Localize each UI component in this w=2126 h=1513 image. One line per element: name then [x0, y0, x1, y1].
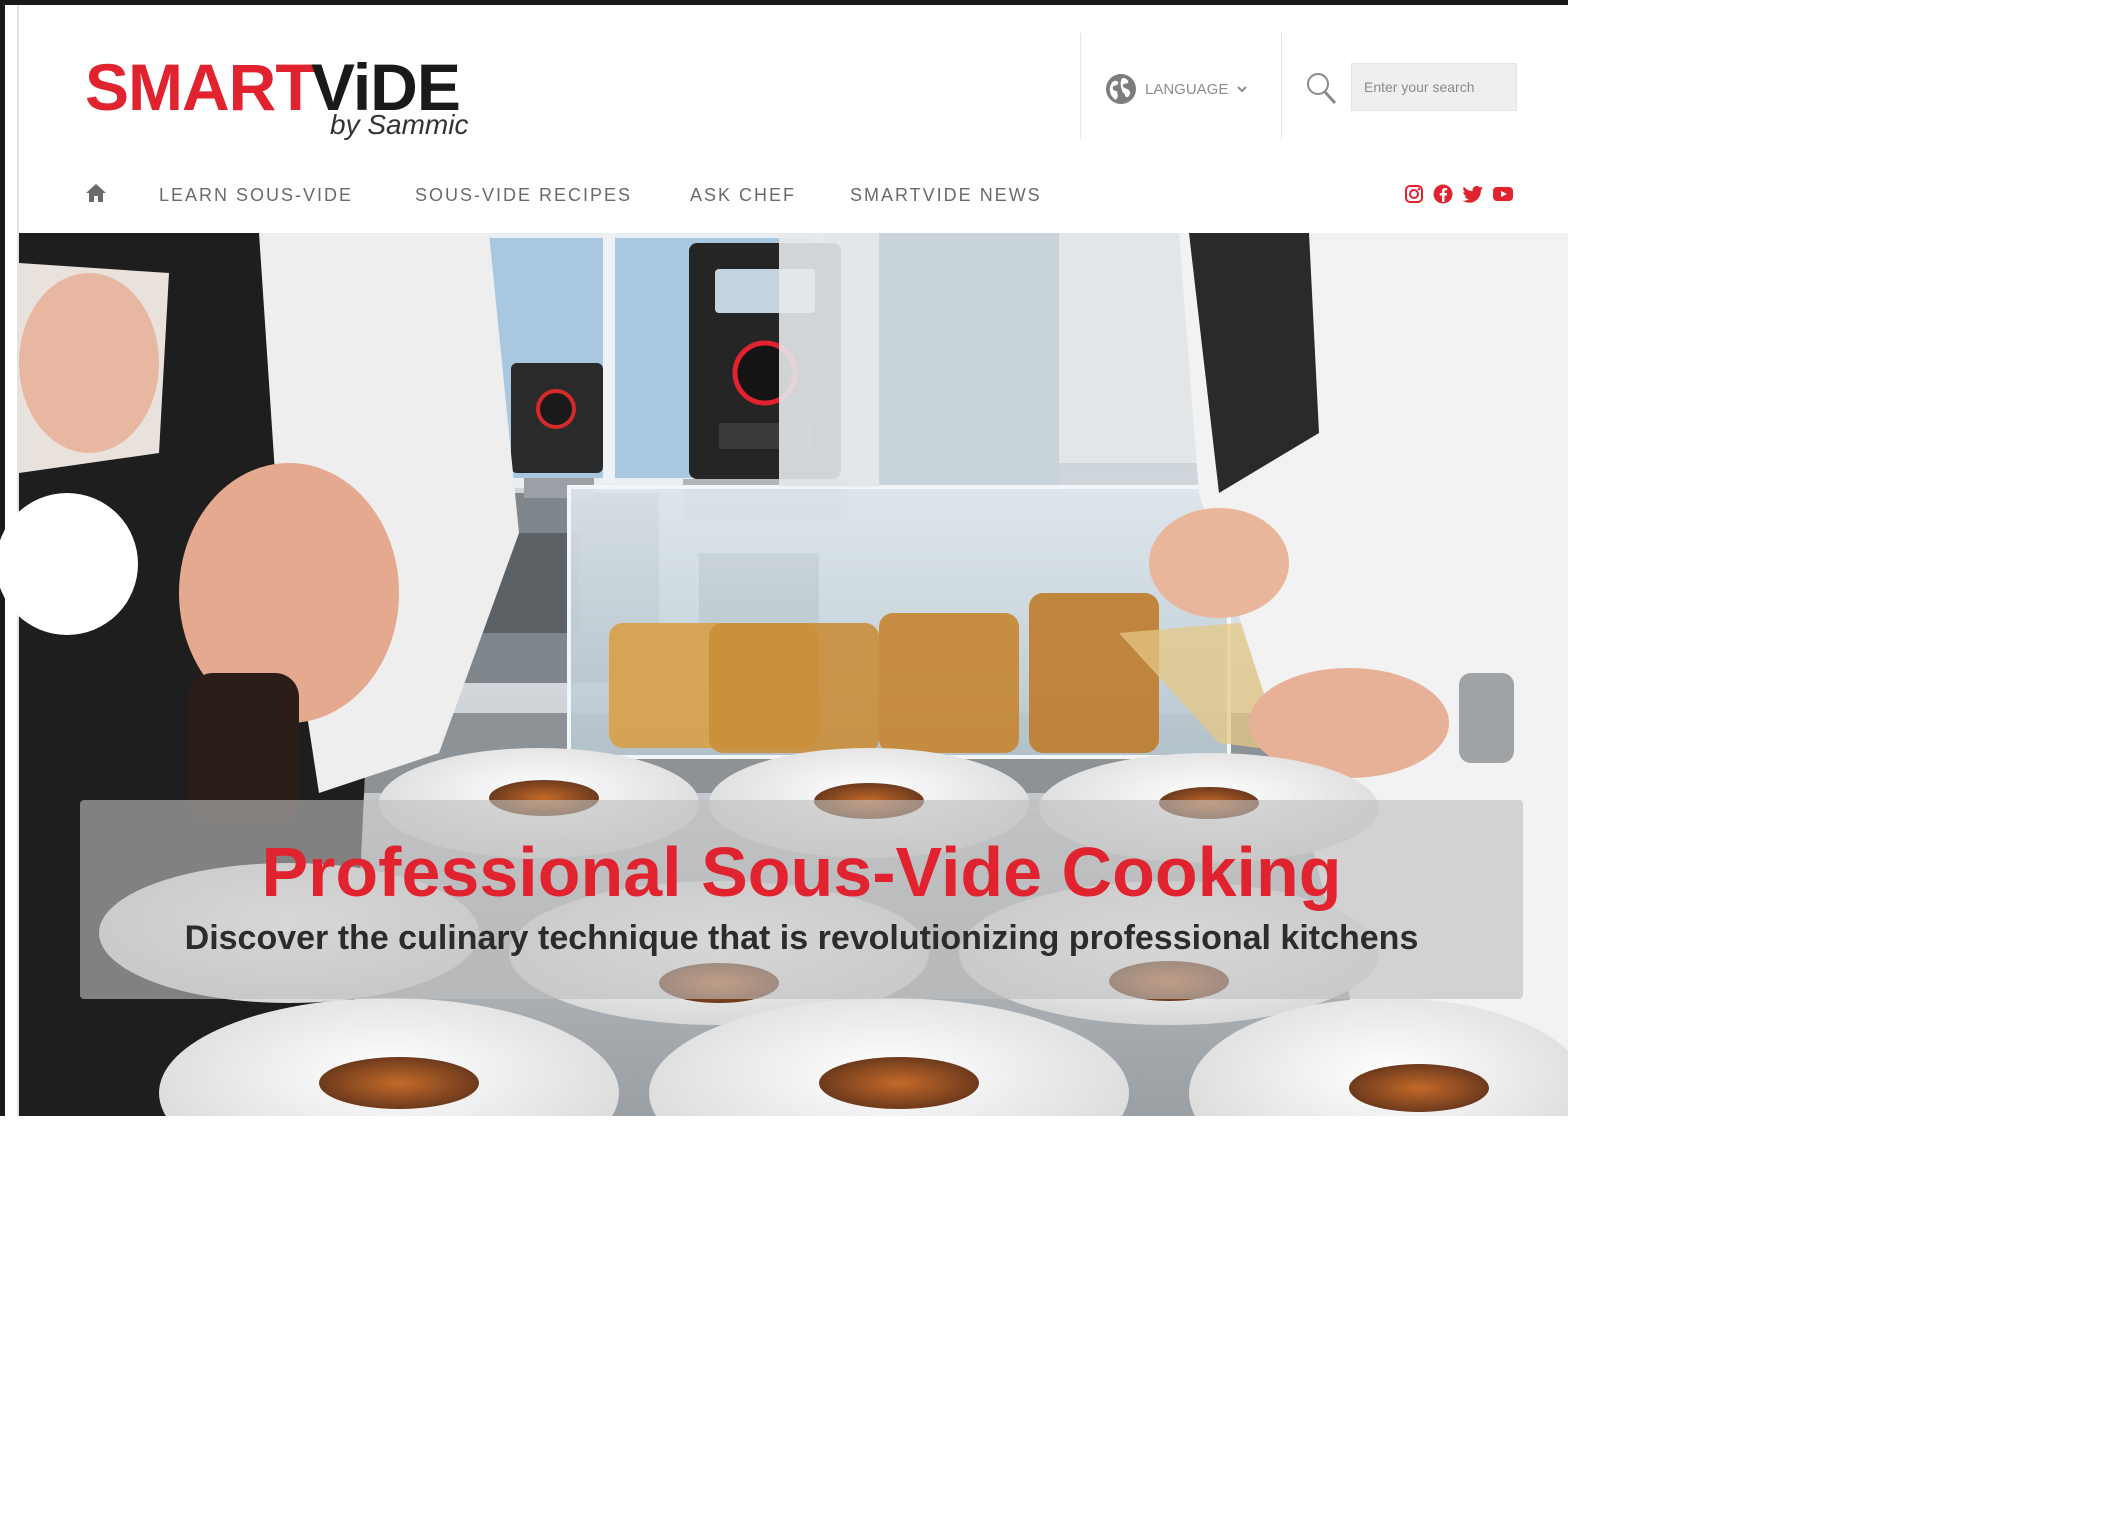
chevron-down-icon: [1237, 86, 1248, 93]
search-input[interactable]: [1351, 63, 1517, 111]
main-navigation: LEARN SOUS-VIDE SOUS-VIDE RECIPES ASK CH…: [19, 171, 1568, 217]
youtube-icon[interactable]: [1492, 183, 1514, 205]
home-icon[interactable]: [85, 183, 107, 203]
nav-ask-chef[interactable]: ASK CHEF: [690, 185, 796, 206]
header-divider: [1080, 33, 1081, 139]
logo-smart-text: SMART: [85, 50, 316, 124]
language-selector[interactable]: LANGUAGE: [1105, 71, 1248, 107]
twitter-icon[interactable]: [1462, 183, 1484, 205]
globe-icon: [1106, 74, 1136, 104]
language-label: LANGUAGE: [1145, 80, 1229, 98]
hero-banner: Professional Sous-Vide Cooking Discover …: [19, 233, 1568, 1116]
site-header: SMART ViDE by Sammic LANGUAGE LEARN SOUS…: [19, 5, 1568, 233]
hero-title: Professional Sous-Vide Cooking: [261, 833, 1342, 911]
hero-caption-box: Professional Sous-Vide Cooking Discover …: [80, 800, 1523, 999]
header-divider: [1281, 33, 1282, 139]
nav-smartvide-news[interactable]: SMARTVIDE NEWS: [850, 185, 1042, 206]
logo-tagline: by Sammic: [330, 109, 469, 140]
hero-subtitle: Discover the culinary technique that is …: [184, 919, 1419, 957]
nav-sous-vide-recipes[interactable]: SOUS-VIDE RECIPES: [415, 185, 632, 206]
site-logo[interactable]: SMART ViDE by Sammic: [85, 47, 485, 157]
instagram-icon[interactable]: [1403, 183, 1425, 205]
cursor-highlight-circle: [0, 493, 138, 635]
facebook-icon[interactable]: [1432, 183, 1454, 205]
search-icon[interactable]: [1305, 70, 1337, 106]
nav-learn-sous-vide[interactable]: LEARN SOUS-VIDE: [159, 185, 353, 206]
